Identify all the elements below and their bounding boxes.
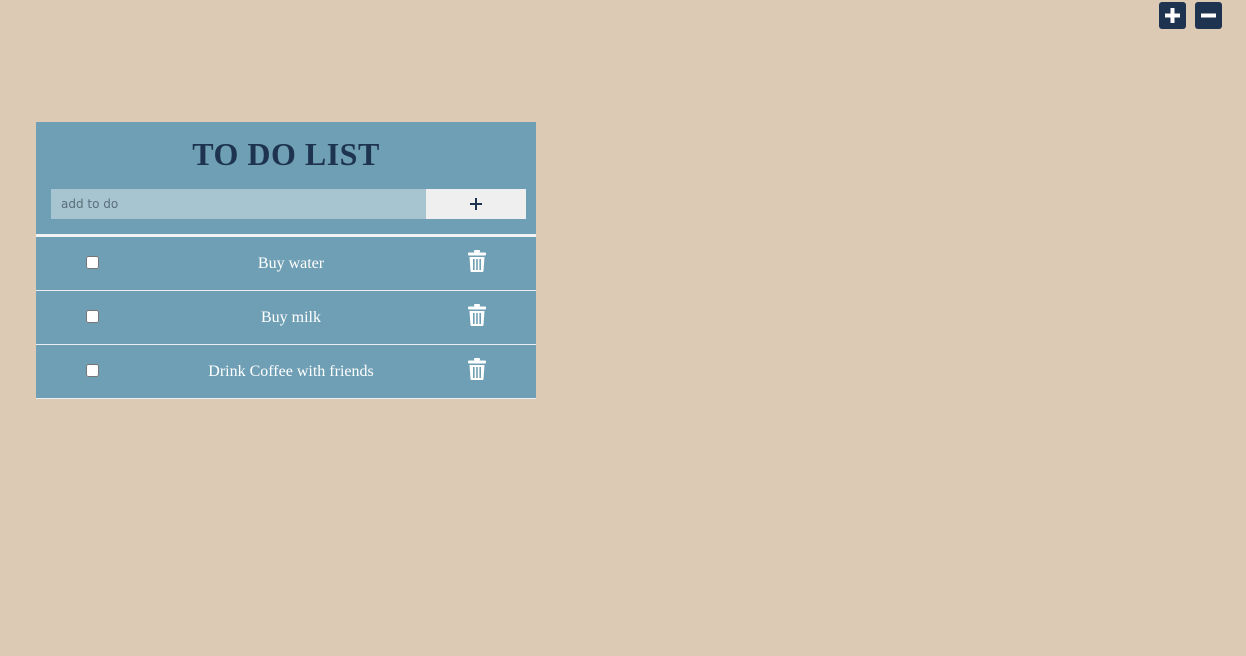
todo-checkbox[interactable] (86, 256, 99, 269)
add-todo-row (51, 189, 526, 219)
add-todo-button[interactable] (426, 189, 526, 219)
todo-list: Buy water Buy milk Drink Coffee with fri… (36, 237, 536, 399)
todo-checkbox[interactable] (86, 310, 99, 323)
minus-icon (1201, 13, 1216, 18)
todo-card: TO DO LIST Buy water (36, 122, 536, 399)
zoom-controls (1159, 2, 1222, 29)
todo-item: Buy water (36, 237, 536, 291)
add-todo-input[interactable] (51, 189, 426, 219)
todo-text: Drink Coffee with friends (208, 363, 374, 380)
zoom-out-button[interactable] (1195, 2, 1222, 29)
todo-checkbox[interactable] (86, 364, 99, 377)
page-title: TO DO LIST (192, 136, 380, 172)
todo-item: Buy milk (36, 291, 536, 345)
trash-icon[interactable] (468, 358, 486, 380)
plus-icon (470, 198, 482, 210)
todo-text: Buy milk (260, 309, 321, 326)
zoom-in-button[interactable] (1159, 2, 1186, 29)
todo-item: Drink Coffee with friends (36, 345, 536, 399)
todo-header: TO DO LIST (36, 122, 536, 234)
todo-text: Buy water (257, 255, 325, 272)
plus-icon (1165, 8, 1180, 23)
trash-icon[interactable] (468, 250, 486, 272)
trash-icon[interactable] (468, 304, 486, 326)
